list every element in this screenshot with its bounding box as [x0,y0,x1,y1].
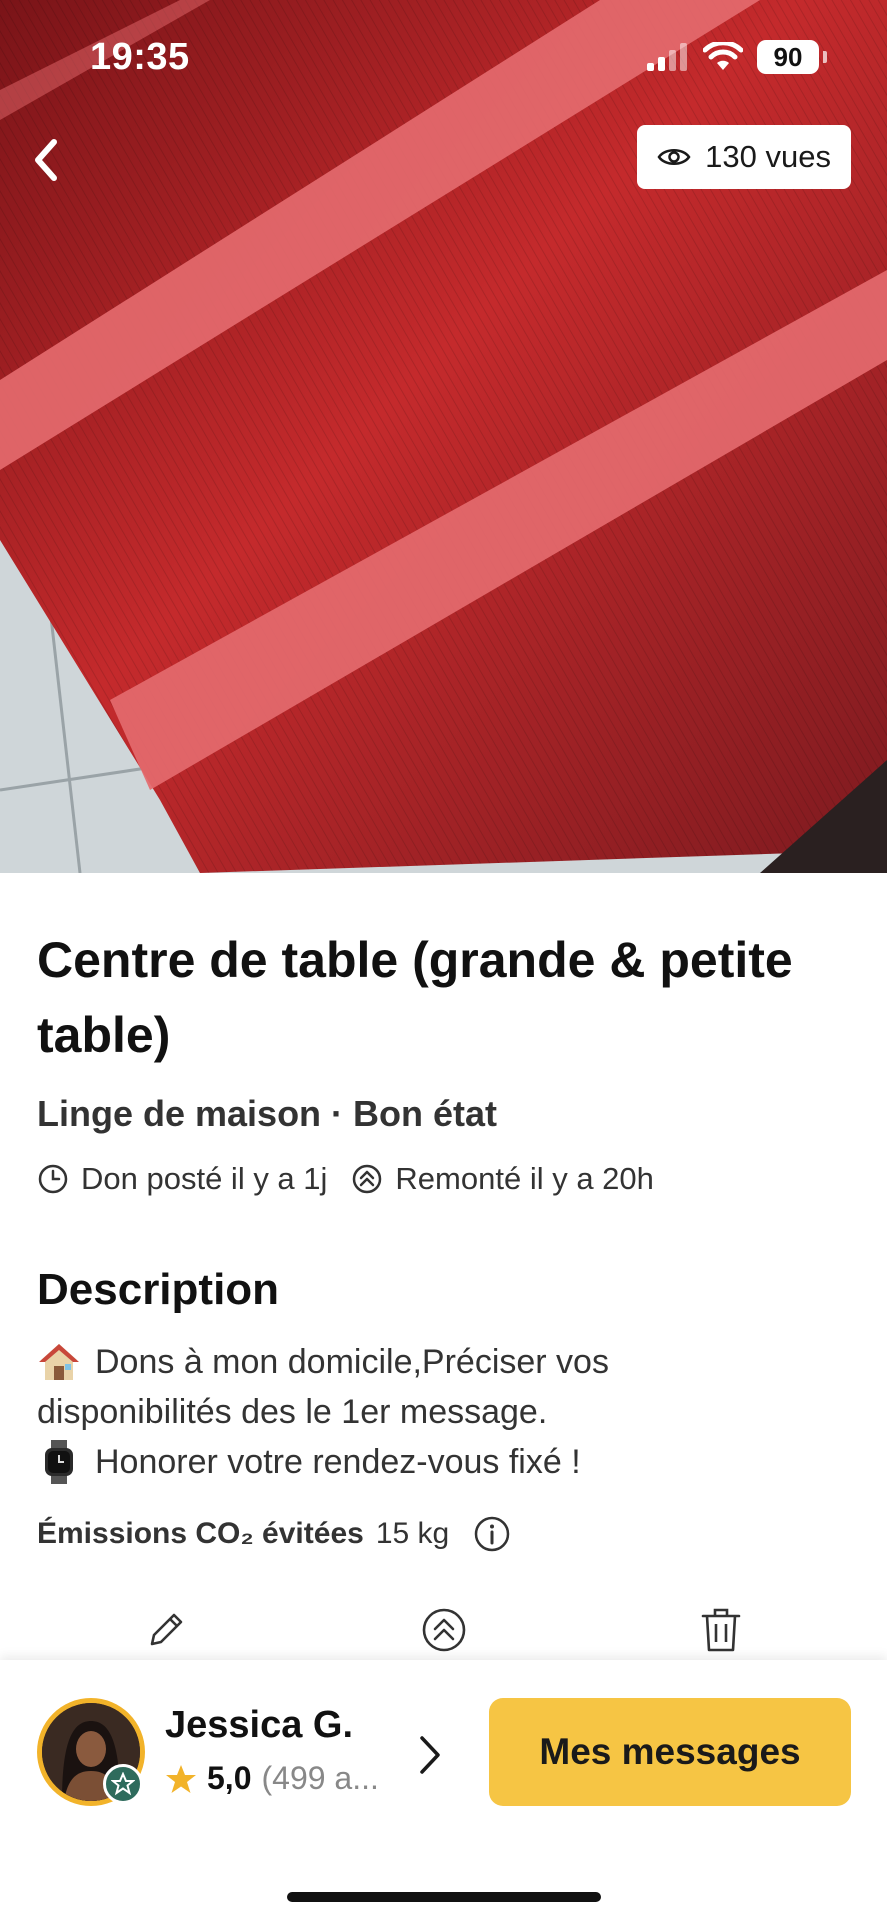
signal-icon [647,43,687,71]
description-line-1: Dons à mon domicile,Préciser vos [37,1337,850,1387]
views-count: 130 vues [705,139,831,174]
seller-rating: 5,0 (499 a... [165,1760,379,1797]
seller-bar: Jessica G. 5,0 (499 a... Mes messages [0,1660,887,1920]
description-text-1: Dons à mon domicile,Préciser vos [95,1343,609,1381]
posted-info: Don posté il y a 1j [37,1161,327,1197]
status-icons: 90 [647,40,827,74]
listing-meta: Don posté il y a 1j Remonté il y a 20h [37,1161,850,1197]
status-bar: 19:35 90 [0,0,887,120]
description-body: Dons à mon domicile,Préciser vos disponi… [37,1337,850,1487]
review-count: (499 a... [261,1760,379,1796]
messages-button[interactable]: Mes messages [489,1698,851,1806]
house-emoji-icon [39,1344,79,1380]
bumped-info: Remonté il y a 20h [351,1161,654,1197]
back-button[interactable] [16,130,76,190]
description-heading: Description [37,1265,280,1314]
posted-text: Don posté il y a 1j [81,1161,328,1196]
delete-button[interactable] [691,1600,751,1660]
watch-emoji-icon [45,1440,73,1484]
views-badge: 130 vues [637,125,851,189]
star-icon [166,1764,196,1793]
verified-badge [103,1764,143,1804]
owner-actions [0,1600,887,1660]
home-indicator[interactable] [287,1892,601,1902]
edit-button[interactable] [136,1600,196,1660]
description-text-2: disponibilités des le 1er message. [37,1393,548,1431]
bump-action-icon [422,1608,466,1652]
co2-savings: Émissions CO₂ évitées 15 kg [37,1515,850,1553]
battery-indicator: 90 [757,40,819,74]
bump-button[interactable] [414,1600,474,1660]
chevron-right-icon[interactable] [410,1730,450,1780]
verified-icon [111,1772,135,1796]
status-time: 19:35 [90,36,190,78]
wifi-icon [703,42,743,70]
listing-photo[interactable]: 19:35 90 130 vues [0,0,887,873]
clock-icon [38,1164,68,1194]
edit-icon [150,1613,183,1646]
description-text-3: Honorer votre rendez-vous fixé ! [95,1443,581,1481]
back-icon [35,139,57,181]
eye-icon [657,149,691,165]
battery-tip [823,51,827,63]
co2-value: 15 kg [375,1517,450,1550]
bump-icon [353,1164,382,1194]
listing-details: Centre de table (grande & petite table) … [37,873,850,1553]
seller-name[interactable]: Jessica G. [165,1704,353,1747]
info-icon[interactable] [473,1515,511,1553]
listing-category-condition: Linge de maison · Bon état [37,1093,498,1134]
trash-icon [701,1608,741,1652]
bumped-text: Remonté il y a 20h [395,1161,654,1196]
description-line-3: Honorer votre rendez-vous fixé ! [37,1437,850,1487]
co2-label: Émissions CO₂ évitées [37,1517,364,1550]
rating-value: 5,0 [207,1760,252,1796]
listing-title: Centre de table (grande & petite table) [37,932,793,1063]
description-line-2: disponibilités des le 1er message. [37,1387,850,1437]
